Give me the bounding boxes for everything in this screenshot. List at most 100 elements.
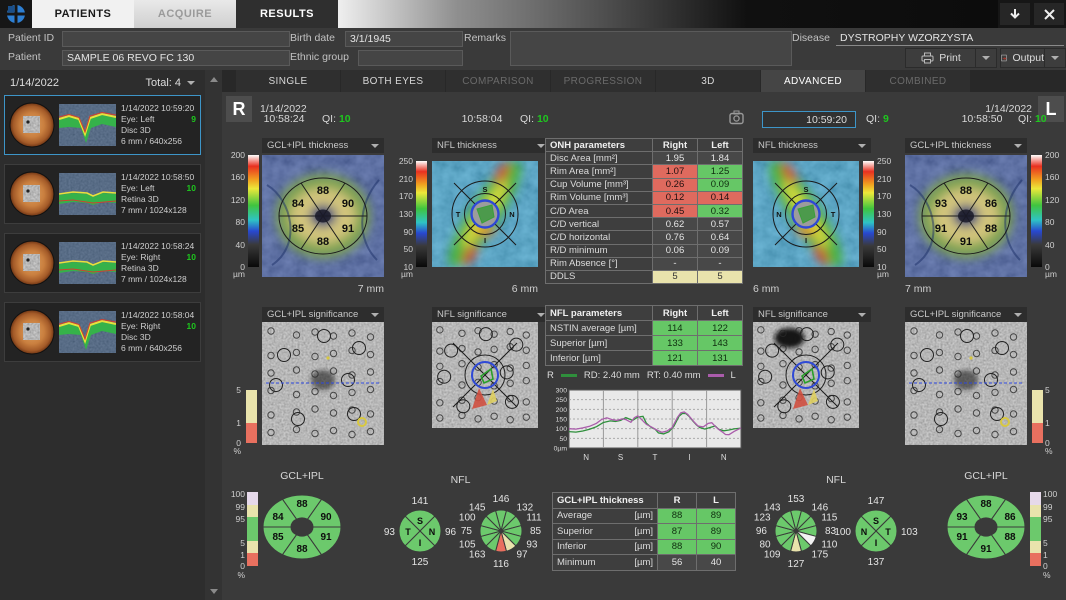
param-label: Minimum[µm] (553, 555, 657, 570)
nfl-thickness-left-dropdown[interactable]: NFL thickness (753, 138, 871, 153)
probability-swatch (247, 553, 258, 566)
scan-datetime: 1/14/2022 10:58:24 (121, 241, 200, 252)
scan-width-caption: 7 mm (905, 283, 931, 295)
birth-date-label: Birth date (290, 32, 335, 44)
camera-icon[interactable] (728, 109, 745, 131)
tab-results[interactable]: RESULTS (236, 0, 338, 28)
param-value-left: 5 (698, 271, 742, 283)
param-value-left: 143 (698, 336, 742, 350)
nfl-significance-left-dropdown[interactable]: NFL significance (753, 307, 871, 322)
output-dropdown-button[interactable] (1044, 48, 1066, 68)
chevron-down-icon (1014, 144, 1022, 148)
scan-time[interactable]: 10:58:24 (255, 113, 313, 125)
param-value-right: 121 (653, 351, 697, 365)
svg-text:T: T (405, 527, 411, 537)
print-dropdown-button[interactable] (975, 48, 997, 68)
param-value-left: 122 (698, 321, 742, 335)
chevron-down-icon (858, 313, 866, 317)
nfl-thickness-map-left: SINT (753, 161, 859, 267)
gcl-significance-left-dropdown[interactable]: GCL+IPL significance (905, 307, 1027, 322)
svg-text:127: 127 (788, 559, 805, 570)
scan-size: 6 mm / 640x256 (121, 343, 200, 354)
view-tab-3d[interactable]: 3D (656, 70, 760, 92)
scale-label: 80 (226, 218, 245, 227)
param-value-right: 5 (653, 271, 697, 283)
gcl-thickness-left-dropdown[interactable]: GCL+IPL thickness (905, 138, 1027, 153)
print-button[interactable]: Print (905, 48, 977, 68)
scan-eye: Eye: Right10 (121, 252, 200, 263)
minimize-button[interactable] (1000, 3, 1030, 25)
scan-list-item[interactable]: 1/14/2022 10:59:20Eye: Left9Disc 3D6 mm … (4, 95, 201, 155)
patient-id-field[interactable] (62, 31, 290, 47)
svg-text:250: 250 (556, 397, 568, 404)
scan-item-text: 1/14/2022 10:58:04Eye: Right10Disc 3D6 m… (116, 310, 200, 354)
date-filter[interactable]: 1/14/2022 (10, 77, 59, 89)
gcl-thickness-right-dropdown[interactable]: GCL+IPL thickness (262, 138, 384, 153)
scan-list-sidebar: 1/14/2022 Total: 4 1/14/2022 10:59:20Eye… (0, 70, 205, 600)
output-button[interactable]: Output (1000, 48, 1045, 68)
scale-unit: % (1043, 571, 1060, 580)
nfl-significance-right-dropdown[interactable]: NFL significance (432, 307, 550, 322)
scan-time-selected[interactable]: 10:59:20 (762, 111, 856, 128)
gcl-significance-right-dropdown[interactable]: GCL+IPL significance (262, 307, 384, 322)
scan-qi: 10 (187, 252, 196, 263)
probability-swatch (1030, 553, 1041, 566)
view-tab-both-eyes[interactable]: BOTH EYES (341, 70, 445, 92)
param-value-right: 88 (658, 540, 696, 555)
param-label: C/D vertical (546, 218, 652, 230)
gcl-thickness-table: GCL+IPL thicknessRLAverage[µm]8889Superi… (552, 492, 736, 571)
scan-list-item[interactable]: 1/14/2022 10:58:04Eye: Right10Disc 3D6 m… (4, 302, 201, 362)
table-header: ONH parameters (546, 139, 652, 151)
nfl-thickness-right-dropdown[interactable]: NFL thickness (432, 138, 550, 153)
svg-text:90: 90 (342, 198, 354, 210)
total-dropdown[interactable]: Total: 4 (146, 77, 195, 89)
sidebar-scrollbar[interactable] (205, 70, 222, 600)
gcl-thickness-map-left: 889386918891 (905, 155, 1027, 277)
scroll-down-icon[interactable] (207, 584, 220, 598)
svg-text:103: 103 (901, 527, 918, 538)
scan-datetime: 1/14/2022 10:59:20 (121, 103, 200, 114)
fundus-thumbnail (8, 101, 56, 149)
nfl-clock-pie-right: 14613211185939711616310575100145 (455, 484, 547, 578)
svg-text:175: 175 (812, 549, 829, 560)
patient-name-field[interactable]: SAMPLE 06 REVO FC 130 (62, 50, 290, 66)
svg-text:S: S (417, 516, 423, 526)
view-tab-comparison[interactable]: COMPARISON (446, 70, 550, 92)
svg-text:I: I (688, 453, 690, 462)
disease-field[interactable]: DYSTROPHY WZORZYSTA (836, 31, 1064, 46)
tab-acquire[interactable]: ACQUIRE (134, 0, 236, 28)
advanced-results-panel: SINGLEBOTH EYESCOMPARISONPROGRESSION3DAD… (222, 70, 1066, 600)
bscan-thumbnail (59, 242, 116, 284)
scale-label: 120 (226, 196, 245, 205)
patient-id-label: Patient ID (8, 32, 54, 44)
scan-item-text: 1/14/2022 10:59:20Eye: Left9Disc 3D6 mm … (116, 103, 200, 147)
close-button[interactable] (1034, 3, 1064, 25)
param-value-left: 0.14 (698, 192, 742, 204)
scale-label: 1 (228, 551, 245, 560)
param-value-left: 1.84 (698, 152, 742, 164)
scale-label: 250 (877, 157, 891, 166)
param-label: DDLS (546, 271, 652, 283)
colorbar-gradient (1031, 155, 1042, 267)
svg-text:88: 88 (296, 499, 308, 510)
svg-text:88: 88 (1004, 532, 1016, 543)
view-tab-combined[interactable]: COMBINED (866, 70, 970, 92)
ethnic-group-field[interactable] (358, 50, 463, 66)
view-tab-single[interactable]: SINGLE (236, 70, 340, 92)
scan-time[interactable]: 10:58:04 (453, 113, 511, 125)
birth-date-field[interactable]: 3/1/1945 (345, 31, 463, 47)
svg-text:146: 146 (493, 494, 510, 505)
scan-width-caption: 6 mm (753, 283, 779, 295)
svg-text:0µm: 0µm (554, 446, 568, 453)
scale-label: 130 (877, 210, 891, 219)
scroll-up-icon[interactable] (207, 72, 220, 86)
view-tab-progression[interactable]: PROGRESSION (551, 70, 655, 92)
param-value-right: 1.95 (653, 152, 697, 164)
scan-time[interactable]: 10:58:50 (953, 113, 1011, 125)
view-tab-advanced[interactable]: ADVANCED (761, 70, 865, 92)
scan-list-item[interactable]: 1/14/2022 10:58:24Eye: Right10Retina 3D7… (4, 233, 201, 293)
remarks-field[interactable] (510, 31, 792, 66)
svg-text:N: N (509, 210, 514, 219)
tab-patients[interactable]: PATIENTS (32, 0, 134, 28)
scan-list-item[interactable]: 1/14/2022 10:58:50Eye: Left10Retina 3D7 … (4, 164, 201, 224)
